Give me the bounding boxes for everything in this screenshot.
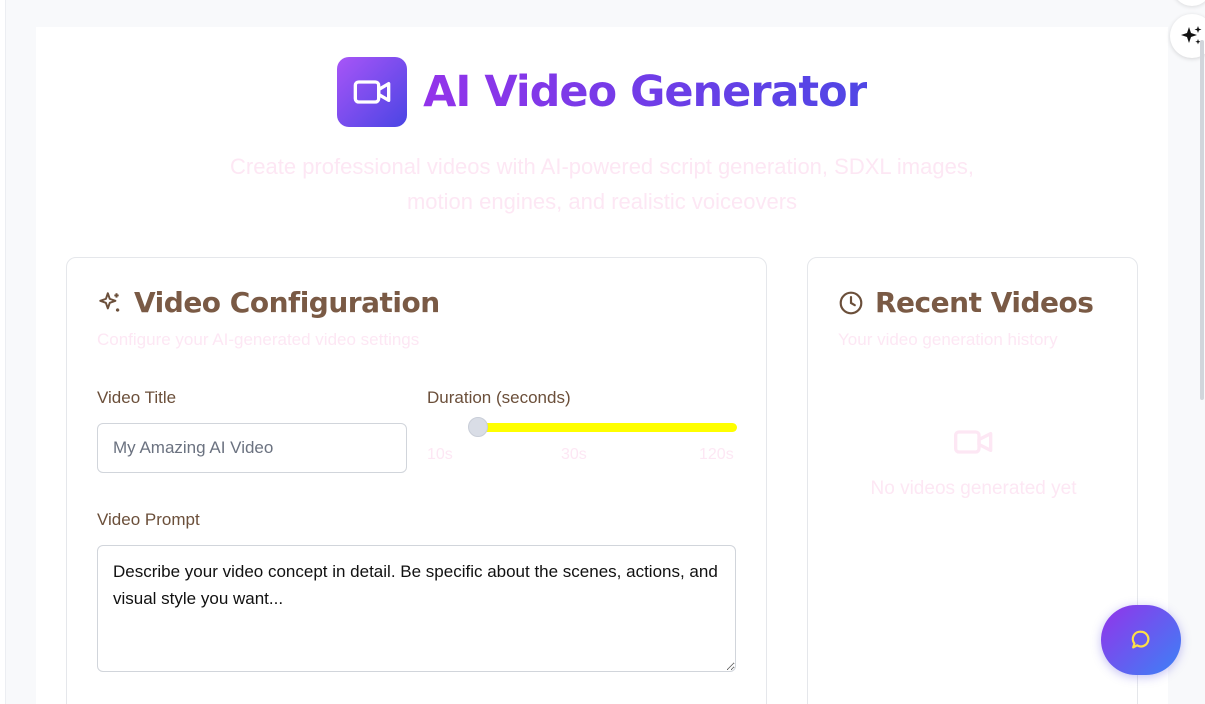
video-camera-icon <box>954 430 993 454</box>
duration-label: Duration (seconds) <box>427 388 571 407</box>
video-camera-icon <box>353 80 391 104</box>
left-edge <box>0 0 6 704</box>
scrollbar-thumb[interactable] <box>1200 40 1204 400</box>
duration-min-label: 10s <box>427 446 453 463</box>
app-logo <box>337 57 408 127</box>
video-prompt-textarea[interactable] <box>97 545 736 672</box>
recent-videos-card: Recent Videos Your video generation hist… <box>807 257 1138 704</box>
clock-icon <box>839 291 863 314</box>
recent-card-description: Your video generation history <box>838 330 1058 349</box>
duration-mid-label: 30s <box>561 446 587 463</box>
video-title-input[interactable] <box>97 423 407 473</box>
page-container: AI Video Generator Create professional v… <box>36 27 1168 704</box>
duration-slider-track <box>478 423 737 432</box>
config-card-description: Configure your AI-generated video settin… <box>97 330 420 349</box>
subtitle-line-1: Create professional videos with AI-power… <box>230 154 974 179</box>
duration-slider-thumb[interactable] <box>468 417 488 437</box>
duration-max-label: 120s <box>699 446 734 463</box>
page-scrollbar[interactable] <box>1197 0 1205 704</box>
video-title-label: Video Title <box>97 388 177 407</box>
subtitle-line-2: motion engines, and realistic voiceovers <box>406 189 798 214</box>
duration-slider[interactable] <box>427 417 737 437</box>
config-card-header: Video Configuration <box>97 286 440 319</box>
hero-header: AI Video Generator <box>36 57 1168 127</box>
recent-card-header: Recent Videos <box>838 286 1094 319</box>
page-title: AI Video Generator <box>423 67 868 117</box>
video-prompt-label: Video Prompt <box>97 510 200 529</box>
chat-button[interactable] <box>1101 605 1181 675</box>
empty-state-text: No videos generated yet <box>870 478 1077 499</box>
sparkles-icon <box>99 291 120 312</box>
config-card-title: Video Configuration <box>134 286 440 319</box>
chat-bubble-icon <box>1131 630 1150 649</box>
video-configuration-card: Video Configuration Configure your AI-ge… <box>66 257 767 704</box>
recent-card-title: Recent Videos <box>875 286 1094 319</box>
page-subtitle: Create professional videos with AI-power… <box>186 149 1018 219</box>
